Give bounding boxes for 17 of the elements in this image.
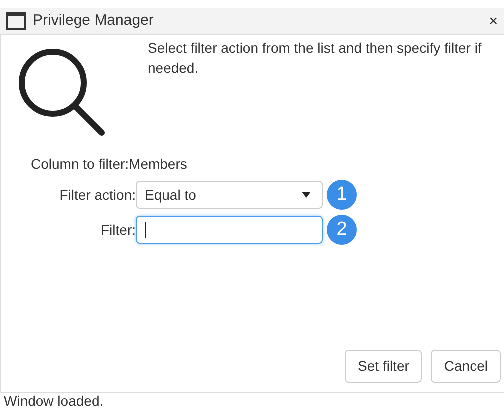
search-icon	[18, 48, 108, 138]
filter-action-dropdown[interactable]: Equal to	[136, 181, 323, 209]
step-badge: 2	[327, 215, 357, 245]
step-badge: 1	[327, 180, 357, 210]
status-bar: Window loaded.	[0, 392, 504, 411]
caret-icon	[302, 192, 311, 198]
text-cursor	[145, 222, 146, 238]
cancel-button[interactable]: Cancel	[431, 350, 501, 383]
instruction-text: Select filter action from the list and then specify filter if needed.	[148, 39, 483, 78]
filter-input[interactable]	[136, 216, 323, 244]
filter-action-label: Filter action:	[58, 186, 136, 204]
window-icon	[6, 12, 26, 30]
set-filter-button[interactable]: Set filter	[345, 350, 422, 383]
window-title: Privilege Manager	[33, 10, 154, 31]
column-filter-label: Column to filter:Members	[31, 155, 188, 174]
filter-label: Filter:	[100, 220, 136, 240]
close-button[interactable]: ×	[489, 14, 498, 28]
